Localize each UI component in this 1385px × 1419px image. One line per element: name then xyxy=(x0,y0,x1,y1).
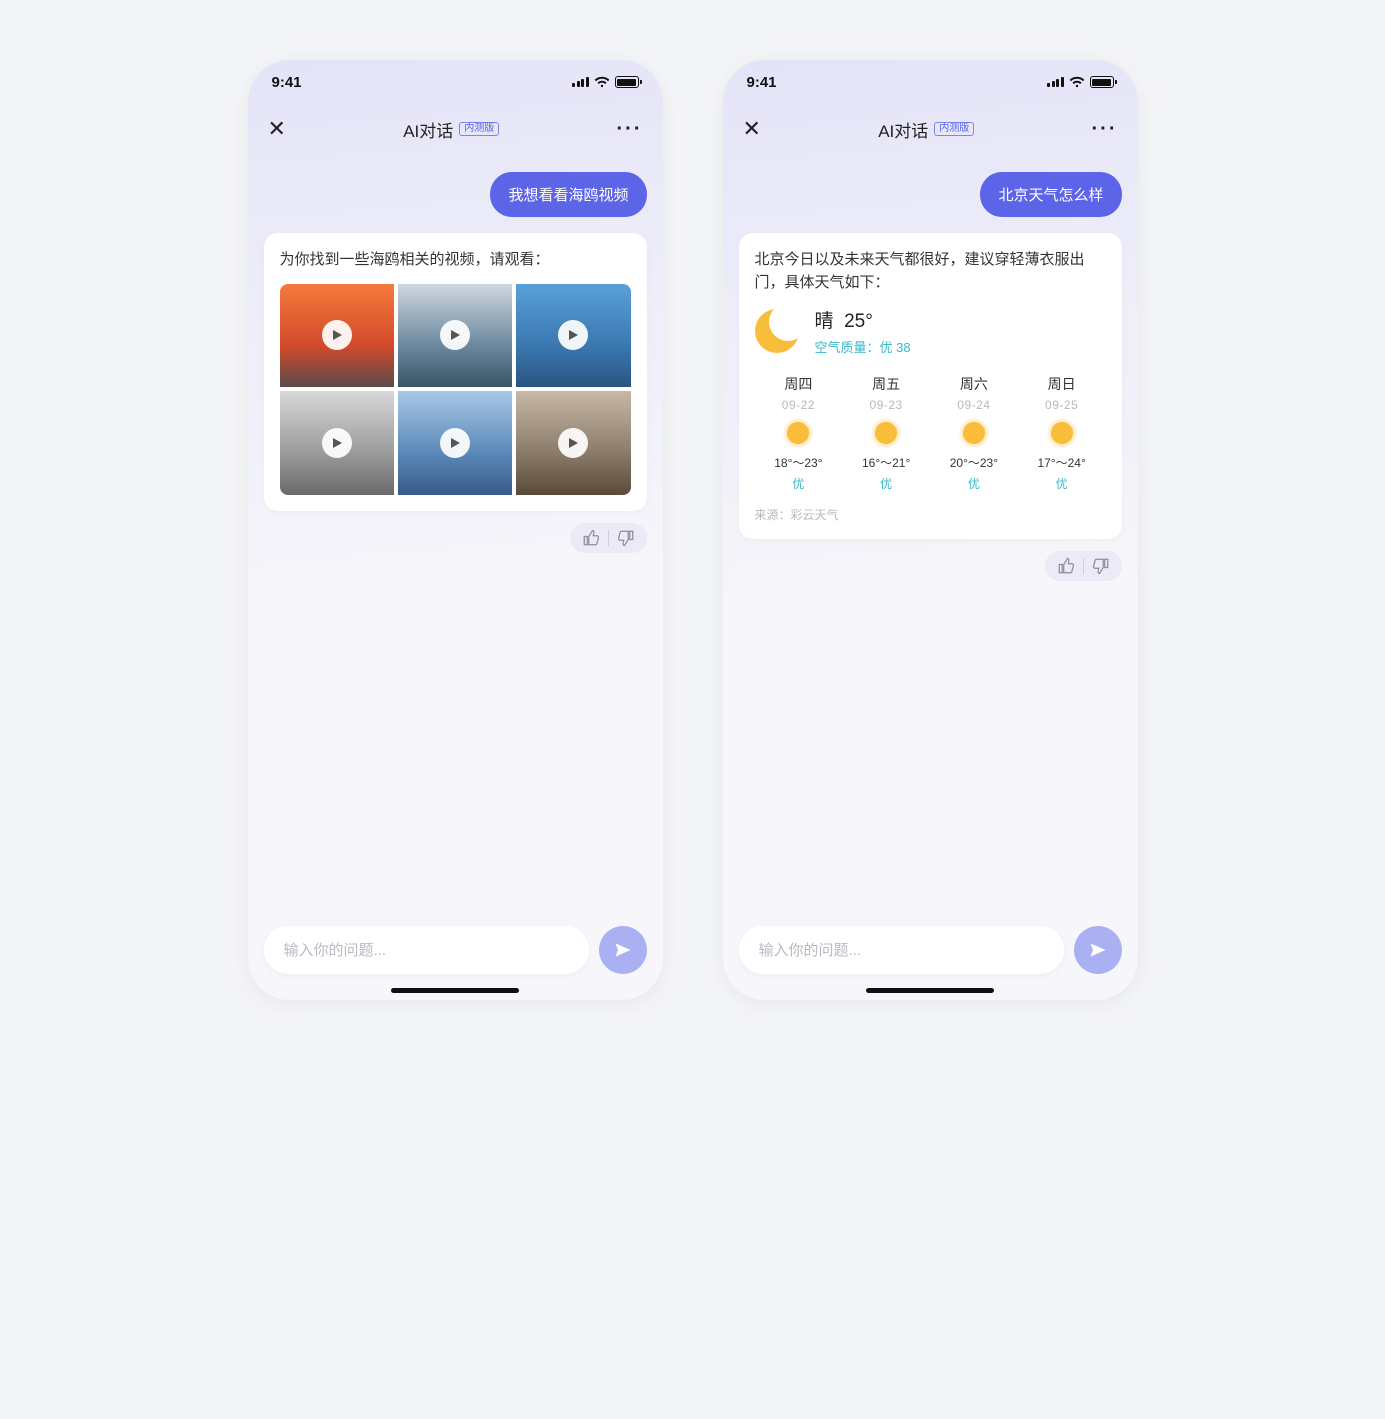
forecast-date: 09-25 xyxy=(1045,398,1078,412)
video-thumb[interactable] xyxy=(280,284,394,388)
play-icon xyxy=(322,428,352,458)
ai-intro-text: 为你找到一些海鸥相关的视频，请观看： xyxy=(280,249,631,272)
forecast-dayname: 周四 xyxy=(784,374,812,394)
more-icon[interactable]: ··· xyxy=(1092,118,1118,141)
input-bar xyxy=(739,926,1122,974)
feedback-divider xyxy=(608,530,609,546)
forecast-range: 17°～24° xyxy=(1037,454,1085,471)
close-icon[interactable]: ✕ xyxy=(268,116,286,142)
forecast-day: 周六 09-24 20°～23° 优 xyxy=(950,374,998,492)
forecast-dayname: 周六 xyxy=(960,374,988,394)
navbar: ✕ AI对话 内测版 ··· xyxy=(723,104,1138,154)
forecast-aqi: 优 xyxy=(792,475,804,492)
thumbs-up-icon[interactable] xyxy=(582,529,600,547)
forecast-range: 18°～23° xyxy=(774,454,822,471)
close-icon[interactable]: ✕ xyxy=(743,116,761,142)
air-quality-label: 空气质量： xyxy=(815,340,880,355)
air-quality-value: 优 38 xyxy=(880,340,911,355)
forecast-aqi: 优 xyxy=(968,475,980,492)
message-input[interactable] xyxy=(264,926,589,974)
navbar: ✕ AI对话 内测版 ··· xyxy=(248,104,663,154)
video-thumb[interactable] xyxy=(280,391,394,495)
forecast-aqi: 优 xyxy=(1056,475,1068,492)
send-button[interactable] xyxy=(599,926,647,974)
weather-current-text: 晴 25° 空气质量：优 38 xyxy=(815,306,911,356)
wifi-icon xyxy=(1069,76,1085,88)
weather-current: 晴 25° 空气质量：优 38 xyxy=(755,306,1106,356)
sun-icon xyxy=(875,422,897,444)
thumbs-up-icon[interactable] xyxy=(1057,557,1075,575)
battery-icon xyxy=(615,76,639,88)
input-bar xyxy=(264,926,647,974)
beta-badge: 内测版 xyxy=(459,122,499,136)
status-time: 9:41 xyxy=(747,74,777,91)
feedback-bar xyxy=(570,523,647,553)
feedback-divider xyxy=(1083,558,1084,574)
status-bar: 9:41 xyxy=(723,60,1138,104)
status-icons xyxy=(1047,76,1114,88)
more-icon[interactable]: ··· xyxy=(617,118,643,141)
send-icon xyxy=(1088,940,1108,960)
phone-left: 9:41 ✕ AI对话 内测版 ··· 我想看看海鸥视频 为你找到一些海鸥相关的… xyxy=(248,60,663,1000)
forecast-row: 周四 09-22 18°～23° 优 周五 09-23 16°～21° 优 周六… xyxy=(755,374,1106,492)
nav-title-group: AI对话 内测版 xyxy=(878,117,974,142)
nav-title-group: AI对话 内测版 xyxy=(403,117,499,142)
user-message: 我想看看海鸥视频 xyxy=(490,172,646,217)
forecast-date: 09-22 xyxy=(782,398,815,412)
battery-icon xyxy=(1090,76,1114,88)
send-button[interactable] xyxy=(1074,926,1122,974)
thumbs-down-icon[interactable] xyxy=(1092,557,1110,575)
signal-icon xyxy=(572,77,589,87)
home-indicator xyxy=(391,988,519,993)
sun-icon xyxy=(963,422,985,444)
status-icons xyxy=(572,76,639,88)
forecast-day: 周五 09-23 16°～21° 优 xyxy=(862,374,910,492)
message-input[interactable] xyxy=(739,926,1064,974)
forecast-range: 20°～23° xyxy=(950,454,998,471)
forecast-date: 09-24 xyxy=(957,398,990,412)
forecast-day: 周日 09-25 17°～24° 优 xyxy=(1037,374,1085,492)
thumbs-down-icon[interactable] xyxy=(617,529,635,547)
ai-intro-text: 北京今日以及未来天气都很好，建议穿轻薄衣服出门，具体天气如下： xyxy=(755,249,1106,294)
wifi-icon xyxy=(594,76,610,88)
signal-icon xyxy=(1047,77,1064,87)
chat-area: 我想看看海鸥视频 为你找到一些海鸥相关的视频，请观看： xyxy=(248,154,663,1000)
ai-video-card: 为你找到一些海鸥相关的视频，请观看： xyxy=(264,233,647,511)
sun-icon xyxy=(1051,422,1073,444)
moon-icon xyxy=(755,309,799,353)
forecast-range: 16°～21° xyxy=(862,454,910,471)
status-time: 9:41 xyxy=(272,74,302,91)
user-message: 北京天气怎么样 xyxy=(980,172,1121,217)
chat-area: 北京天气怎么样 北京今日以及未来天气都很好，建议穿轻薄衣服出门，具体天气如下： … xyxy=(723,154,1138,1000)
sun-icon xyxy=(787,422,809,444)
play-icon xyxy=(558,428,588,458)
play-icon xyxy=(440,320,470,350)
send-icon xyxy=(613,940,633,960)
forecast-aqi: 优 xyxy=(880,475,892,492)
forecast-dayname: 周日 xyxy=(1048,374,1076,394)
forecast-day: 周四 09-22 18°～23° 优 xyxy=(774,374,822,492)
video-thumb[interactable] xyxy=(516,391,630,495)
play-icon xyxy=(558,320,588,350)
video-grid xyxy=(280,284,631,496)
forecast-date: 09-23 xyxy=(870,398,903,412)
status-bar: 9:41 xyxy=(248,60,663,104)
play-icon xyxy=(322,320,352,350)
play-icon xyxy=(440,428,470,458)
weather-condition: 晴 xyxy=(815,311,834,332)
weather-source: 来源：彩云天气 xyxy=(755,506,1106,523)
nav-title: AI对话 xyxy=(403,117,453,142)
home-indicator xyxy=(866,988,994,993)
video-thumb[interactable] xyxy=(398,391,512,495)
video-thumb[interactable] xyxy=(398,284,512,388)
nav-title: AI对话 xyxy=(878,117,928,142)
beta-badge: 内测版 xyxy=(934,122,974,136)
phone-right: 9:41 ✕ AI对话 内测版 ··· 北京天气怎么样 北京今日以及未来天气都很… xyxy=(723,60,1138,1000)
weather-temp: 25° xyxy=(844,311,873,332)
video-thumb[interactable] xyxy=(516,284,630,388)
ai-weather-card: 北京今日以及未来天气都很好，建议穿轻薄衣服出门，具体天气如下： 晴 25° 空气… xyxy=(739,233,1122,539)
feedback-bar xyxy=(1045,551,1122,581)
forecast-dayname: 周五 xyxy=(872,374,900,394)
